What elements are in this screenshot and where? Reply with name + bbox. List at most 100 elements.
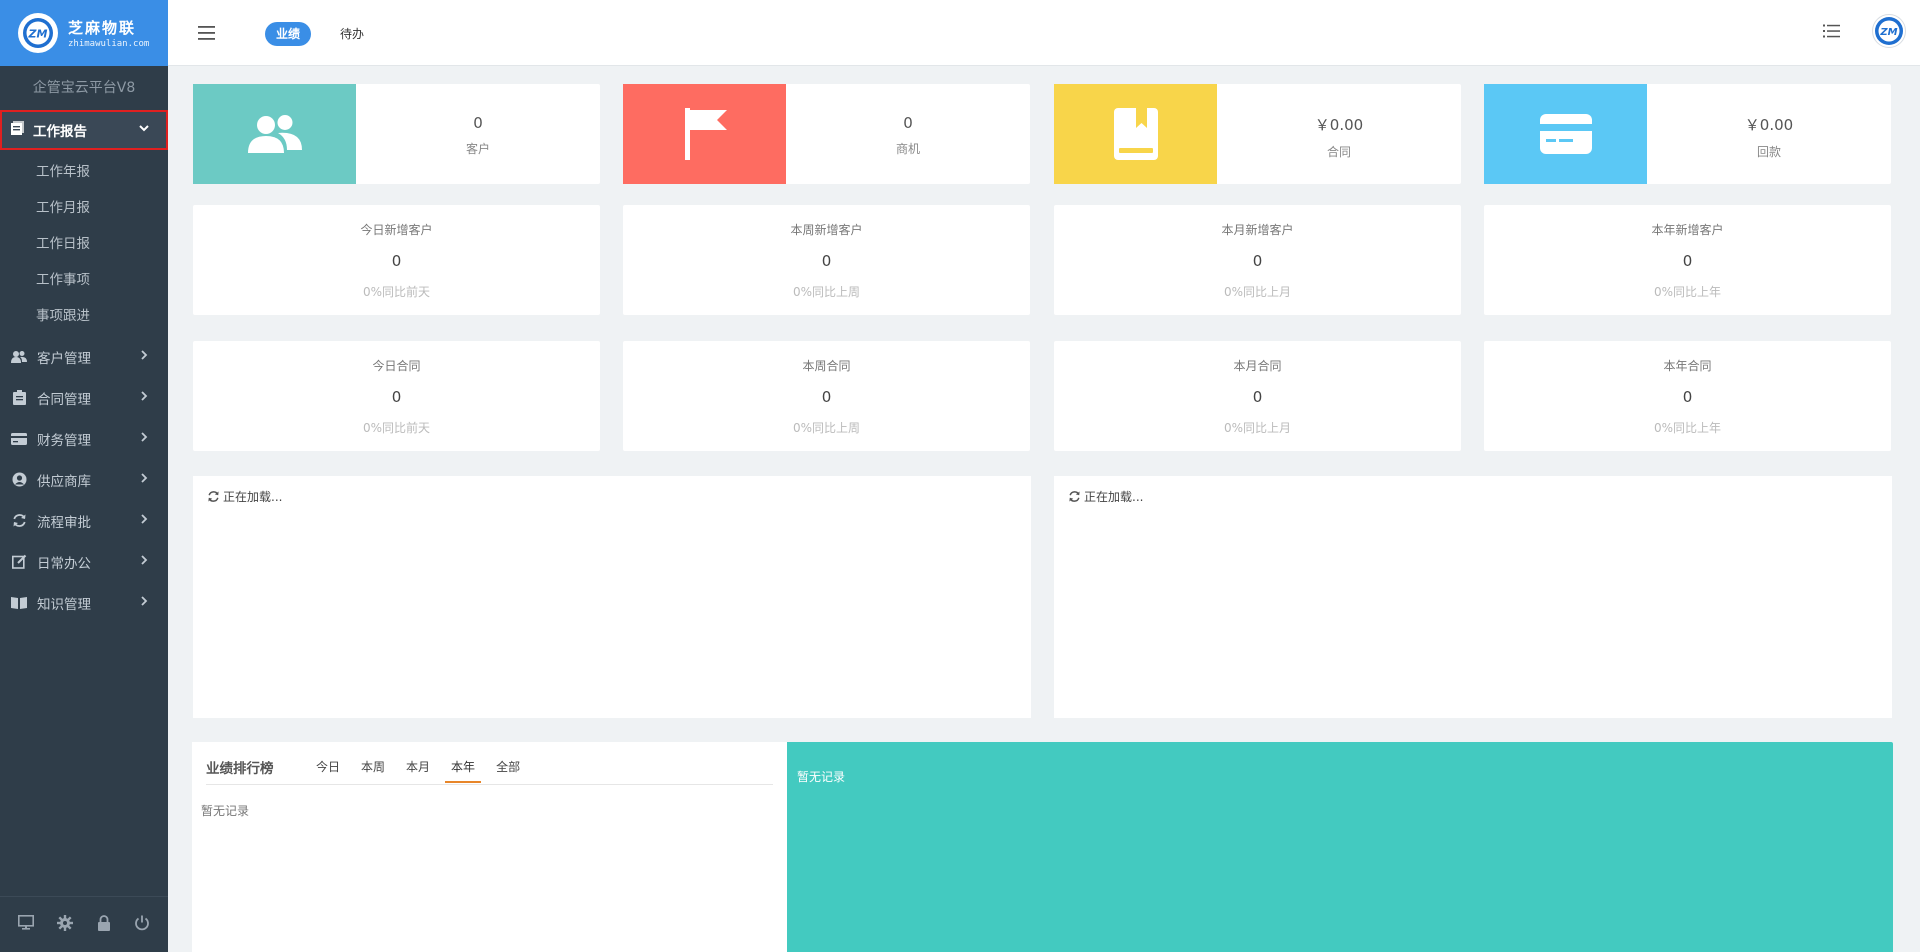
report-icon [10, 120, 25, 140]
credit-card-icon [10, 432, 28, 445]
stat-title: 本周新增客户 [790, 223, 863, 237]
stat-card-new-customers-year: 本年新增客户 0 0%同比上年 [1484, 205, 1891, 315]
summary-card-payments[interactable]: ￥0.00 回款 [1484, 84, 1891, 184]
edit-icon [10, 554, 28, 569]
stat-card-contracts-year: 本年合同 0 0%同比上年 [1484, 341, 1891, 451]
submenu-item[interactable]: 工作日报 [0, 226, 168, 262]
empty-state-text: 暂无记录 [201, 804, 250, 818]
ranking-tab-week[interactable]: 本周 [355, 754, 391, 783]
refresh-icon [1069, 491, 1080, 502]
empty-state-text: 暂无记录 [797, 770, 846, 784]
tab-todo[interactable]: 待办 [340, 22, 364, 46]
stat-title: 本年新增客户 [1651, 223, 1724, 237]
loading-text: 正在加载... [223, 490, 283, 504]
chevron-right-icon [140, 431, 148, 447]
lock-icon[interactable] [97, 914, 111, 935]
user-circle-icon [10, 472, 28, 487]
power-icon[interactable] [134, 915, 150, 935]
submenu-work-report: 工作年报 工作月报 工作日报 工作事项 事项跟进 [0, 150, 168, 336]
menu-customer[interactable]: 客户管理 [0, 336, 168, 377]
credit-card-icon [1484, 84, 1647, 184]
topbar: 业绩 待办 ZM [168, 0, 1920, 66]
tab-performance[interactable]: 业绩 [265, 22, 312, 46]
chart-panel-left: 正在加载... [193, 476, 1031, 718]
users-icon [193, 84, 356, 184]
brand-subtitle: zhimawulian.com [68, 39, 150, 49]
stat-title: 本月合同 [1233, 359, 1282, 373]
logo-mark-icon: ZM [18, 13, 58, 53]
menu-label: 知识管理 [37, 596, 91, 613]
ranking-tab-all[interactable]: 全部 [490, 754, 526, 783]
chevron-right-icon [140, 390, 148, 406]
stat-title: 本年合同 [1663, 359, 1712, 373]
stat-title: 本周合同 [802, 359, 851, 373]
submenu-item[interactable]: 工作年报 [0, 154, 168, 190]
chevron-right-icon [140, 349, 148, 365]
summary-value: 0 [473, 114, 483, 132]
stat-compare: 0%同比前天 [362, 285, 431, 299]
summary-label: 商机 [895, 142, 920, 156]
submenu-item[interactable]: 工作事项 [0, 262, 168, 298]
menu-work-report[interactable]: 工作报告 [0, 110, 168, 150]
summary-label: 合同 [1326, 145, 1351, 159]
book-icon [1054, 84, 1217, 184]
summary-value: 0 [903, 114, 913, 132]
stat-value: 0 [1252, 252, 1263, 270]
ranking-tab-year[interactable]: 本年 [445, 754, 482, 783]
stat-card-contracts-week: 本周合同 0 0%同比上周 [623, 341, 1030, 451]
summary-card-customers[interactable]: 0 客户 [193, 84, 600, 184]
summary-label: 回款 [1756, 145, 1781, 159]
stat-value: 0 [821, 388, 832, 406]
ranking-tab-today[interactable]: 今日 [310, 754, 346, 783]
gear-icon[interactable] [57, 914, 74, 935]
menu-finance[interactable]: 财务管理 [0, 418, 168, 459]
users-icon [10, 350, 28, 363]
chevron-right-icon [140, 513, 148, 529]
chevron-right-icon [140, 472, 148, 488]
ranking-tabs: 今日 本周 本月 本年 全部 [310, 754, 535, 783]
hamburger-menu-icon[interactable] [198, 26, 215, 44]
svg-text:ZM: ZM [28, 28, 48, 41]
chevron-right-icon [140, 554, 148, 570]
book-open-icon [10, 596, 28, 609]
summary-card-opportunities[interactable]: 0 商机 [623, 84, 1030, 184]
avatar[interactable]: ZM [1872, 14, 1906, 48]
flag-icon [623, 84, 786, 184]
menu-knowledge[interactable]: 知识管理 [0, 582, 168, 623]
clipboard-icon [10, 390, 28, 405]
brand-logo[interactable]: ZM 芝麻物联 zhimawulian.com [0, 0, 168, 66]
loading-text: 正在加载... [1084, 490, 1144, 504]
stat-value: 0 [1682, 388, 1693, 406]
menu-contract[interactable]: 合同管理 [0, 377, 168, 418]
menu-label: 供应商库 [37, 473, 91, 490]
menu-label: 工作报告 [33, 124, 87, 140]
ranking-tab-month[interactable]: 本月 [400, 754, 436, 783]
stat-compare: 0%同比上月 [1223, 421, 1292, 435]
stat-compare: 0%同比上月 [1223, 285, 1292, 299]
submenu-item[interactable]: 工作月报 [0, 190, 168, 226]
chevron-down-icon [138, 122, 150, 138]
stat-value: 0 [1682, 252, 1693, 270]
brand-title: 芝麻物联 [68, 19, 137, 37]
menu-office[interactable]: 日常办公 [0, 541, 168, 582]
menu-approval[interactable]: 流程审批 [0, 500, 168, 541]
desktop-icon[interactable] [17, 915, 34, 934]
stat-card-contracts-month: 本月合同 0 0%同比上月 [1054, 341, 1461, 451]
chevron-right-icon [140, 595, 148, 611]
stat-value: 0 [821, 252, 832, 270]
ranking-title: 业绩排行榜 [206, 761, 274, 777]
stat-title: 本月新增客户 [1221, 223, 1294, 237]
stat-title: 今日合同 [372, 359, 421, 373]
submenu-item[interactable]: 事项跟进 [0, 298, 168, 334]
stat-compare: 0%同比前天 [362, 421, 431, 435]
divider [206, 784, 773, 785]
summary-card-contracts[interactable]: ￥0.00 合同 [1054, 84, 1461, 184]
menu-label: 合同管理 [37, 391, 91, 408]
stat-compare: 0%同比上周 [792, 421, 861, 435]
menu-supplier[interactable]: 供应商库 [0, 459, 168, 500]
menu-label: 财务管理 [37, 432, 91, 449]
sidebar: ZM 芝麻物联 zhimawulian.com 企管宝云平台V8 工作报告 工作… [0, 0, 168, 952]
stat-card-contracts-today: 今日合同 0 0%同比前天 [193, 341, 600, 451]
stat-card-new-customers-today: 今日新增客户 0 0%同比前天 [193, 205, 600, 315]
list-icon[interactable] [1823, 24, 1840, 42]
